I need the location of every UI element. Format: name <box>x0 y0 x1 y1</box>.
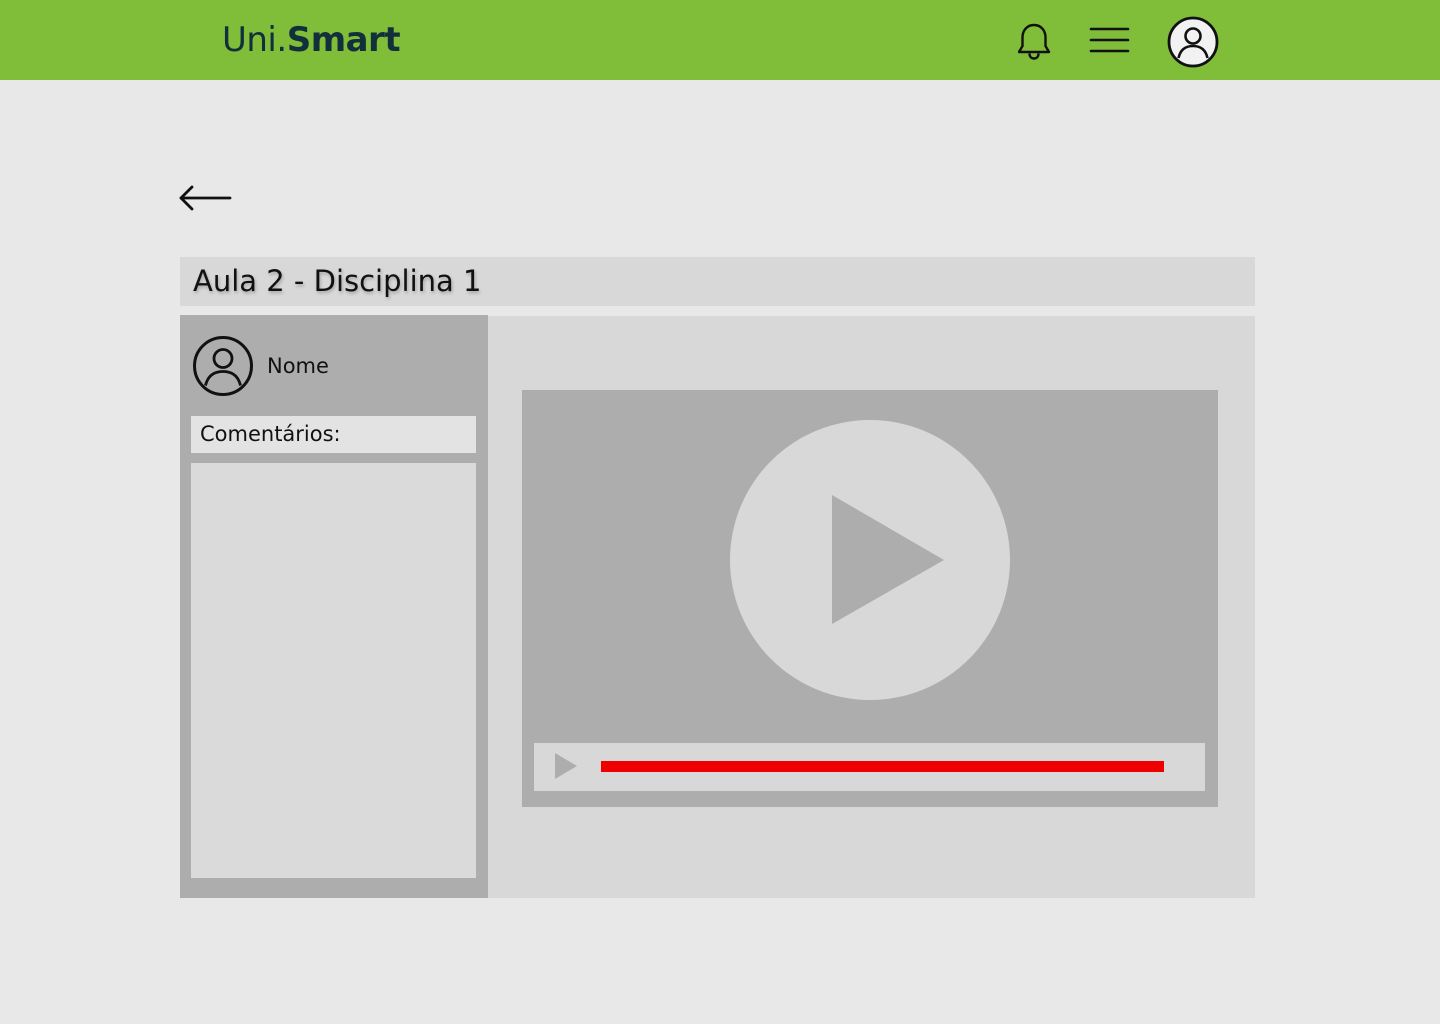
video-player[interactable] <box>522 390 1218 807</box>
comments-header: Comentários: <box>191 416 476 453</box>
comments-label: Comentários: <box>200 422 341 446</box>
lesson-content: Nome Comentários: <box>180 315 1255 898</box>
lesson-title: Aula 2 - Disciplina 1 <box>193 264 482 298</box>
video-controls <box>534 743 1205 791</box>
bell-icon[interactable] <box>1014 20 1054 62</box>
play-icon[interactable] <box>552 752 580 780</box>
arrow-left-icon[interactable] <box>178 182 234 214</box>
user-avatar-icon <box>192 335 254 397</box>
video-progress-bar[interactable] <box>601 761 1164 772</box>
app-logo[interactable]: Uni.Smart <box>222 20 401 60</box>
comments-list[interactable] <box>191 463 476 878</box>
user-name: Nome <box>267 354 329 378</box>
comments-sidebar: Nome Comentários: <box>180 315 488 898</box>
menu-icon[interactable] <box>1088 24 1132 58</box>
logo-prefix: Uni. <box>222 20 287 60</box>
video-progress-fill <box>601 761 1164 772</box>
top-navigation-bar: Uni.Smart <box>0 0 1440 80</box>
play-circle-icon[interactable] <box>730 420 1010 700</box>
user-profile-icon[interactable] <box>1166 15 1220 69</box>
lesson-title-bar: Aula 2 - Disciplina 1 <box>180 257 1255 306</box>
logo-brand: Smart <box>286 20 401 60</box>
